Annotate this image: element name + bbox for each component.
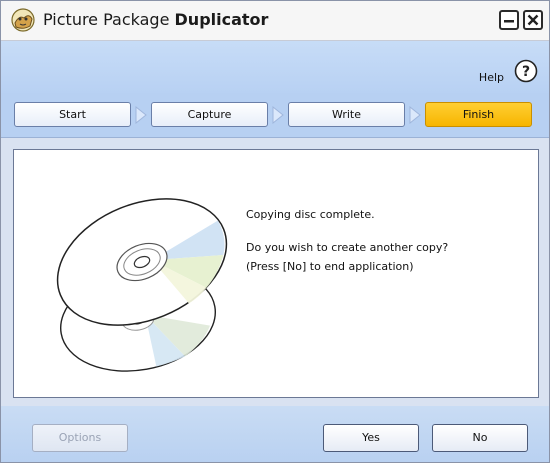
help-label[interactable]: Help — [479, 71, 504, 84]
step-arrow-icon — [409, 106, 421, 124]
picture-package-app-icon — [11, 8, 35, 32]
window-title-regular: Picture Package — [43, 10, 175, 29]
svg-text:?: ? — [522, 64, 530, 80]
step-arrow-icon — [272, 106, 284, 124]
step-navigation: Start Capture Write Finish — [1, 93, 549, 138]
close-icon — [527, 14, 539, 26]
close-button[interactable] — [523, 10, 543, 30]
step-write[interactable]: Write — [288, 102, 405, 127]
hint-message: (Press [No] to end application) — [246, 260, 414, 273]
no-button[interactable]: No — [432, 424, 528, 452]
step-finish[interactable]: Finish — [425, 102, 532, 127]
yes-button[interactable]: Yes — [323, 424, 419, 452]
help-bar: Help ? — [1, 41, 549, 93]
window-title-bold: Duplicator — [174, 10, 269, 29]
question-message: Do you wish to create another copy? — [246, 241, 449, 254]
bottom-bar: Options Yes No — [1, 406, 549, 462]
step-capture[interactable]: Capture — [151, 102, 268, 127]
minimize-button[interactable] — [499, 10, 519, 30]
window-title: Picture Package Duplicator — [43, 10, 268, 29]
step-arrow-icon — [135, 106, 147, 124]
options-button[interactable]: Options — [32, 424, 128, 452]
main-area: Copying disc complete. Do you wish to cr… — [1, 138, 549, 406]
help-question-icon[interactable]: ? — [514, 59, 538, 83]
minimize-icon — [504, 20, 514, 23]
status-message: Copying disc complete. — [246, 208, 375, 221]
disc-copy-icon — [56, 198, 228, 372]
title-bar: Picture Package Duplicator — [1, 1, 549, 41]
step-start[interactable]: Start — [14, 102, 131, 127]
duplicator-window: Picture Package Duplicator Help ? Start … — [0, 0, 550, 463]
content-panel: Copying disc complete. Do you wish to cr… — [13, 149, 539, 398]
